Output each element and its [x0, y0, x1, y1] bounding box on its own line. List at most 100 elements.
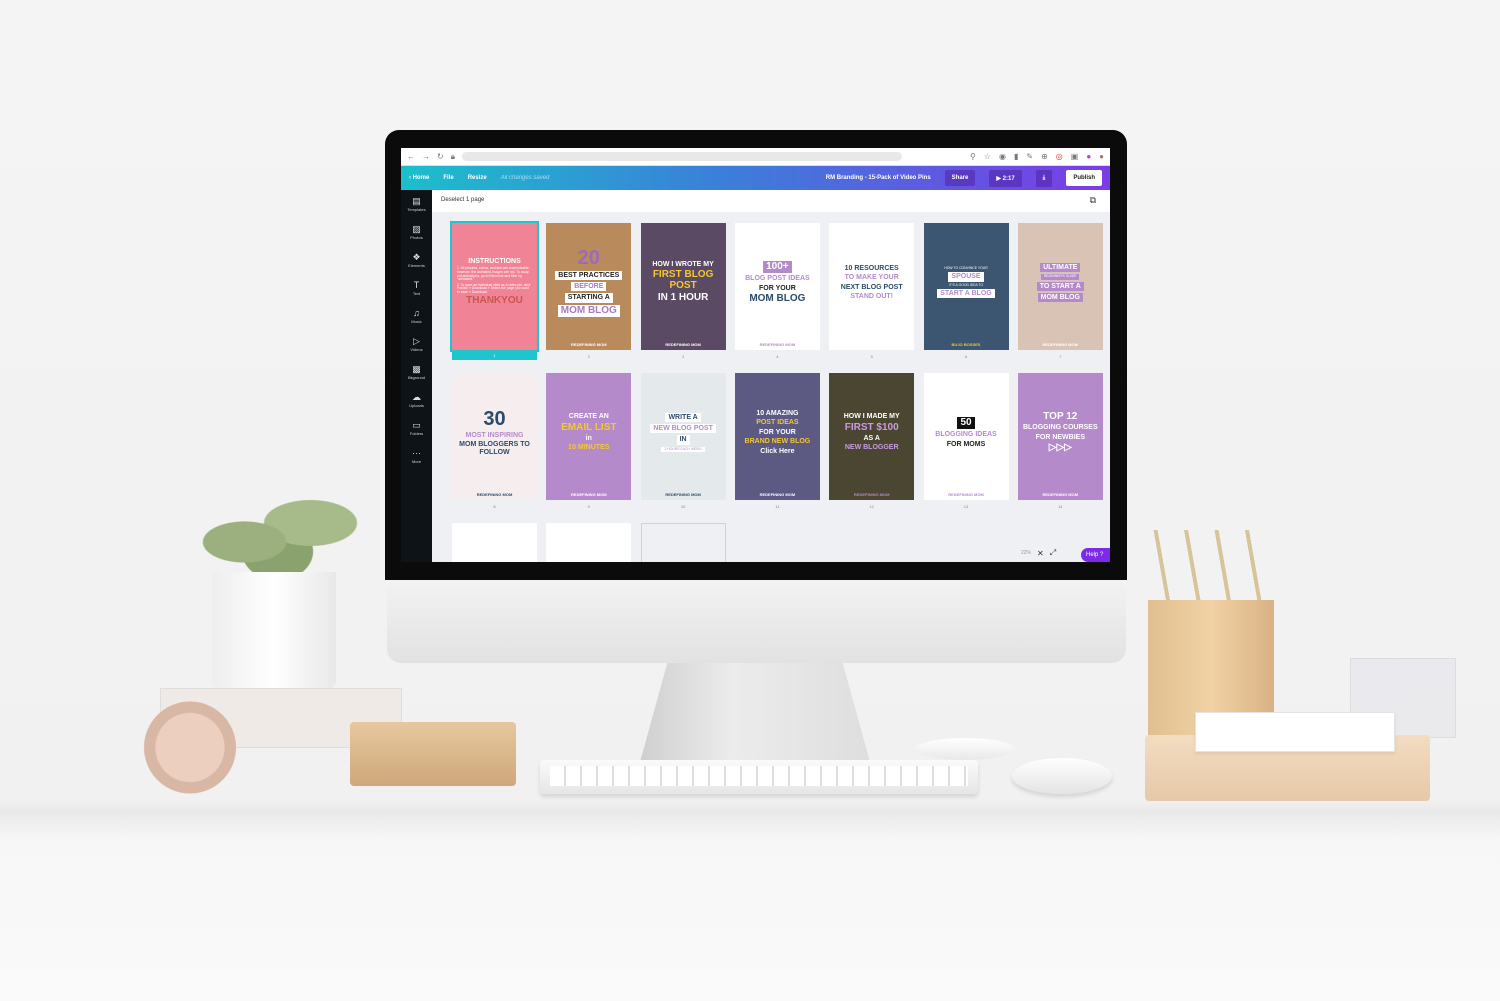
address-bar[interactable] — [461, 152, 902, 161]
text-icon: T — [413, 280, 420, 290]
page-thumbnail[interactable]: 50 BLOGGING IDEAS FOR MOMS REDEFINING MOM — [923, 373, 1009, 500]
page-number: 2 — [587, 354, 590, 359]
zoom-icon[interactable]: ⚲ — [970, 152, 976, 161]
save-status: All changes saved — [500, 175, 550, 181]
page-thumbnail[interactable] — [640, 523, 726, 562]
page-number: 11 — [775, 504, 780, 509]
play-button[interactable]: ▶ 2:17 — [989, 169, 1022, 187]
pin-text: 2. To save an individual slide as a vide… — [457, 282, 531, 294]
more-icon: ··· — [412, 448, 421, 458]
extension-icon[interactable]: ▣ — [1071, 152, 1079, 161]
reload-icon[interactable]: ↻ — [437, 152, 444, 161]
close-icon[interactable]: ✕ — [1037, 549, 1044, 558]
photos-icon: ▨ — [412, 224, 421, 234]
page-thumbnail[interactable]: 10 RESOURCES TO MAKE YOUR NEXT BLOG POST ST… — [829, 223, 915, 350]
zoom-level[interactable]: 22% — [1021, 550, 1031, 556]
pin-text: MOM BLOG — [557, 304, 620, 318]
wooden-tray — [350, 722, 516, 786]
back-icon[interactable]: ← — [407, 152, 415, 161]
pin-footer: REDEFINING MOM — [1042, 492, 1079, 497]
page-thumbnail[interactable]: 10 AMAZING POST IDEAS FOR YOUR BRAND NEW BL… — [734, 373, 820, 500]
page-thumbnail[interactable]: TOP 12 BLOGGING COURSES FOR NEWBIES ▷▷▷ REDE… — [1017, 373, 1103, 500]
page-thumbnail[interactable]: WRITE A NEW BLOG POST IN 2 HOURS EACH WEEK!… — [640, 373, 726, 500]
forward-icon[interactable]: → — [422, 152, 430, 161]
extensions: ⚲ ☆ ◉ ▮ ✎ ⊕ ◎ ▣ ● ● — [970, 152, 1104, 161]
deselect-button[interactable]: Deselect 1 page — [441, 197, 484, 203]
page-toolbar: Deselect 1 page ⧉ — [432, 190, 1110, 212]
pin-text: ULTIMATE — [1040, 262, 1081, 273]
pin-footer: REDEFINING MOM — [759, 342, 796, 347]
pin-text: TOP 12 — [1043, 410, 1078, 422]
page-number: 7 — [1059, 354, 1062, 359]
page-thumbnail[interactable]: HOW I MADE MY FIRST $100 AS A NEW BLOGGER RE… — [829, 373, 915, 500]
sidebar-item-templates[interactable]: ▤ Templates — [407, 196, 425, 212]
star-icon[interactable]: ☆ — [984, 152, 991, 161]
page-thumbnail[interactable]: CREATE AN EMAIL LIST in 10 MINUTES REDEFININ… — [546, 373, 632, 500]
sidebar-item-photos[interactable]: ▨ Photos — [410, 224, 422, 240]
sidebar-item-label: Music — [411, 319, 422, 324]
page-thumbnail[interactable]: 20 BEST PRACTICES BEFORE STARTING A MOM BLOG… — [546, 223, 632, 350]
page-thumbnail[interactable]: 30 MOST INSPIRING MOM BLOGGERS TO FOLLOW RE… — [452, 373, 537, 500]
pin-text: FIRST BLOG POST — [652, 269, 714, 291]
eyedropper-icon[interactable]: ✎ — [1026, 152, 1033, 161]
sidebar-item-uploads[interactable]: ☁ Uploads — [409, 392, 424, 408]
plant-pot — [212, 572, 336, 690]
extension-icon[interactable]: ▮ — [1014, 152, 1018, 161]
page-thumbnail[interactable]: HOW I WROTE MY FIRST BLOG POST IN 1 HOUR RE… — [640, 223, 726, 350]
page-thumbnail[interactable]: 100+ BLOG POST IDEAS FOR YOUR MOM BLOG REDEF… — [734, 223, 820, 350]
page-number: 4 — [776, 354, 779, 359]
page-thumbnail[interactable]: REDEFINING MOMINSPIRATIONAL QUOTES — [546, 523, 632, 562]
extension-icon[interactable]: ⊕ — [1041, 152, 1048, 161]
page-thumbnail[interactable]: ULTIMATE BEGINNER'S GUIDE TO START A MOM BL… — [1017, 223, 1103, 350]
page-number: 14 — [1058, 504, 1063, 509]
page-thumbnail[interactable]: INSTRUCTIONS 1. All pictures, colors, and… — [450, 221, 539, 352]
pin-text: EMAIL LIST — [561, 421, 617, 433]
pin-text: FOR YOUR — [758, 284, 796, 292]
pin-text: in — [585, 435, 592, 443]
pin-text: IN 1 HOUR — [657, 292, 709, 304]
sidebar-item-music[interactable]: ♫ Music — [411, 308, 421, 324]
download-button[interactable]: ⤓ — [1035, 169, 1053, 187]
pin-footer: REDEFINING MOM — [571, 342, 607, 347]
design-title[interactable]: RM Branding - 15-Pack of Video Pins — [826, 175, 931, 181]
home-button[interactable]: ‹ Home — [409, 175, 429, 181]
page-thumbnail[interactable]: THE BEST — [452, 523, 537, 562]
sidebar-item-elements[interactable]: ❖ Elements — [408, 252, 425, 268]
page-number: 13 — [963, 504, 969, 509]
pin-text: FOR MOMS — [946, 440, 986, 448]
page-number: 9 — [587, 504, 590, 509]
sidebar-item-more[interactable]: ··· More — [412, 448, 421, 464]
pin-footer: BUJO BOSSES — [951, 342, 981, 347]
extension-icon[interactable]: ◎ — [1056, 152, 1063, 161]
share-button[interactable]: Share — [944, 170, 976, 186]
sidebar-item-folders[interactable]: ▭ Folders — [410, 420, 423, 436]
notepad — [1195, 712, 1395, 752]
pin-text: IT'S A GOOD IDEA TO — [948, 282, 984, 287]
music-icon: ♫ — [413, 308, 420, 318]
plant — [195, 485, 360, 580]
extension-icon[interactable]: ● — [1086, 152, 1091, 161]
sidebar-item-bkground[interactable]: ▩ Bkground — [408, 364, 425, 380]
file-menu[interactable]: File — [443, 175, 453, 181]
page-thumbnail[interactable]: HOW TO CONVINCE YOUR SPOUSE IT'S A GOOD ID… — [923, 223, 1009, 350]
sidebar-item-label: Photos — [410, 235, 423, 240]
help-button[interactable]: Help ? — [1081, 548, 1110, 562]
pin-text: SPOUSE — [948, 272, 984, 282]
resize-button[interactable]: Resize — [468, 175, 487, 181]
pin-text: MOM BLOG — [749, 292, 806, 304]
profile-avatar[interactable]: ● — [1099, 152, 1104, 161]
dish — [915, 738, 1015, 760]
expand-icon[interactable]: ⤢ — [1050, 548, 1056, 558]
pin-footer: REDEFINING MOM — [1042, 342, 1079, 347]
uploads-icon: ☁ — [412, 392, 421, 402]
folders-icon: ▭ — [412, 420, 421, 430]
sidebar-item-videos[interactable]: ▷ Videos — [410, 336, 422, 352]
sidebar-item-label: Bkground — [407, 375, 426, 380]
duplicate-icon[interactable]: ⧉ — [1090, 195, 1096, 206]
pin-text: NEW BLOGGER — [844, 444, 899, 452]
sidebar-item-text[interactable]: T Text — [413, 280, 420, 296]
sidebar-item-label: Videos — [410, 347, 423, 352]
pin-footer: REDEFINING MOM — [476, 492, 513, 497]
extension-icon[interactable]: ◉ — [999, 152, 1006, 161]
publish-button[interactable]: Publish — [1066, 170, 1102, 186]
